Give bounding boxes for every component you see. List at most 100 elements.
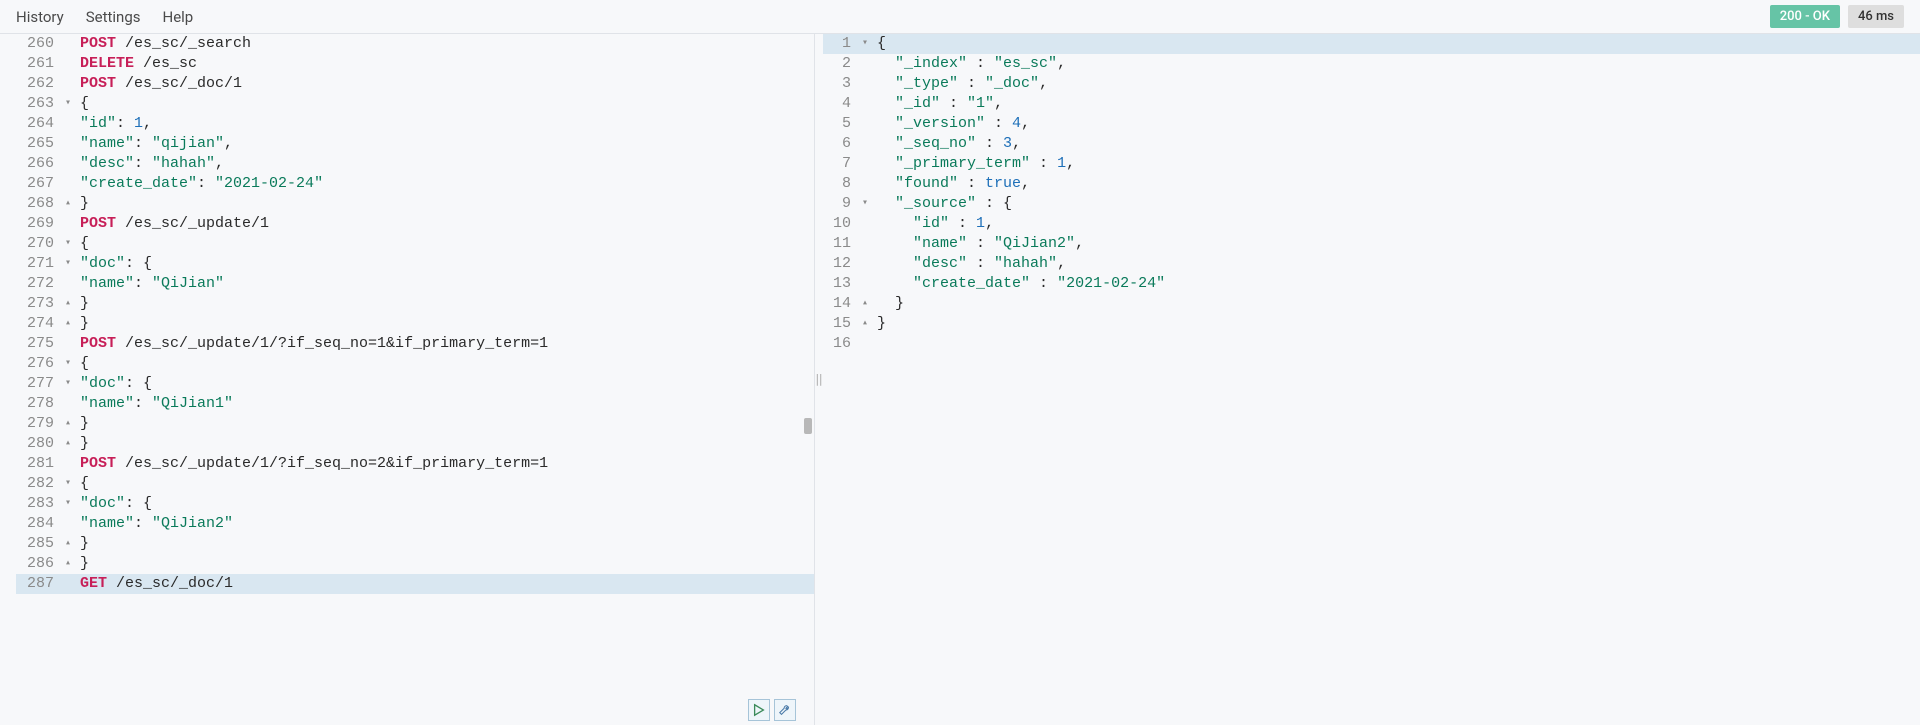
line-number: 4 (823, 94, 857, 114)
code-content: } (873, 294, 904, 314)
code-line[interactable]: 9▾ "_source" : { (823, 194, 1920, 214)
fold-toggle[interactable]: ▾ (857, 34, 873, 54)
fold-toggle (60, 214, 76, 234)
wrench-button[interactable] (774, 699, 796, 721)
code-line[interactable]: 283▾"doc": { (16, 494, 814, 514)
line-number: 2 (823, 54, 857, 74)
fold-toggle (60, 514, 76, 534)
line-number: 16 (823, 334, 857, 354)
code-line[interactable]: 260POST /es_sc/_search (16, 34, 814, 54)
line-number: 284 (16, 514, 60, 534)
code-line[interactable]: 280▴} (16, 434, 814, 454)
code-line[interactable]: 262POST /es_sc/_doc/1 (16, 74, 814, 94)
code-line[interactable]: 271▾"doc": { (16, 254, 814, 274)
code-line[interactable]: 268▴} (16, 194, 814, 214)
line-number: 1 (823, 34, 857, 54)
code-line[interactable]: 281POST /es_sc/_update/1/?if_seq_no=2&if… (16, 454, 814, 474)
scrollbar-thumb[interactable] (804, 418, 812, 434)
run-button[interactable] (748, 699, 770, 721)
code-line[interactable]: 287GET /es_sc/_doc/1 (16, 574, 814, 594)
fold-toggle[interactable]: ▴ (60, 554, 76, 574)
code-line[interactable]: 272"name": "QiJian" (16, 274, 814, 294)
code-line[interactable]: 261DELETE /es_sc (16, 54, 814, 74)
code-line[interactable]: 15▴} (823, 314, 1920, 334)
response-editor[interactable]: 1▾{2 "_index" : "es_sc",3 "_type" : "_do… (823, 34, 1920, 354)
split-divider[interactable]: || (815, 34, 823, 725)
code-line[interactable]: 269POST /es_sc/_update/1 (16, 214, 814, 234)
code-line[interactable]: 277▾"doc": { (16, 374, 814, 394)
request-actions (748, 699, 796, 721)
code-line[interactable]: 6 "_seq_no" : 3, (823, 134, 1920, 154)
code-line[interactable]: 7 "_primary_term" : 1, (823, 154, 1920, 174)
code-content: "id" : 1, (873, 214, 994, 234)
fold-toggle[interactable]: ▾ (60, 474, 76, 494)
fold-toggle[interactable]: ▾ (60, 254, 76, 274)
fold-toggle[interactable]: ▾ (857, 194, 873, 214)
code-line[interactable]: 273▴} (16, 294, 814, 314)
line-number: 277 (16, 374, 60, 394)
fold-toggle (60, 174, 76, 194)
code-line[interactable]: 4 "_id" : "1", (823, 94, 1920, 114)
line-number: 280 (16, 434, 60, 454)
code-content: } (873, 314, 886, 334)
fold-toggle (857, 74, 873, 94)
code-content: "doc": { (76, 494, 152, 514)
fold-toggle (857, 234, 873, 254)
fold-toggle[interactable]: ▴ (60, 294, 76, 314)
menu-settings[interactable]: Settings (86, 8, 141, 26)
code-line[interactable]: 275POST /es_sc/_update/1/?if_seq_no=1&if… (16, 334, 814, 354)
fold-toggle[interactable]: ▴ (60, 414, 76, 434)
code-line[interactable]: 16 (823, 334, 1920, 354)
code-line[interactable]: 14▴ } (823, 294, 1920, 314)
fold-toggle[interactable]: ▾ (60, 374, 76, 394)
fold-toggle[interactable]: ▾ (60, 354, 76, 374)
code-line[interactable]: 286▴} (16, 554, 814, 574)
fold-toggle[interactable]: ▾ (60, 94, 76, 114)
code-line[interactable]: 263▾{ (16, 94, 814, 114)
code-line[interactable]: 278"name": "QiJian1" (16, 394, 814, 414)
line-number: 261 (16, 54, 60, 74)
code-line[interactable]: 1▾{ (823, 34, 1920, 54)
code-line[interactable]: 3 "_type" : "_doc", (823, 74, 1920, 94)
fold-toggle[interactable]: ▴ (60, 534, 76, 554)
code-line[interactable]: 265"name": "qijian", (16, 134, 814, 154)
code-line[interactable]: 12 "desc" : "hahah", (823, 254, 1920, 274)
code-content: "create_date": "2021-02-24" (76, 174, 323, 194)
menu-history[interactable]: History (16, 8, 64, 26)
code-line[interactable]: 5 "_version" : 4, (823, 114, 1920, 134)
code-line[interactable]: 279▴} (16, 414, 814, 434)
code-line[interactable]: 282▾{ (16, 474, 814, 494)
fold-toggle[interactable]: ▴ (60, 194, 76, 214)
code-content: "_primary_term" : 1, (873, 154, 1075, 174)
code-line[interactable]: 276▾{ (16, 354, 814, 374)
menu-help[interactable]: Help (163, 8, 194, 26)
request-editor[interactable]: 260POST /es_sc/_search261DELETE /es_sc26… (0, 34, 814, 594)
code-line[interactable]: 2 "_index" : "es_sc", (823, 54, 1920, 74)
code-line[interactable]: 285▴} (16, 534, 814, 554)
code-line[interactable]: 274▴} (16, 314, 814, 334)
fold-toggle[interactable]: ▴ (857, 314, 873, 334)
response-pane[interactable]: 1▾{2 "_index" : "es_sc",3 "_type" : "_do… (823, 34, 1920, 725)
fold-toggle[interactable]: ▾ (60, 494, 76, 514)
fold-toggle[interactable]: ▴ (60, 314, 76, 334)
code-line[interactable]: 267"create_date": "2021-02-24" (16, 174, 814, 194)
line-number: 271 (16, 254, 60, 274)
fold-toggle[interactable]: ▴ (60, 434, 76, 454)
code-line[interactable]: 266"desc": "hahah", (16, 154, 814, 174)
code-content: } (76, 434, 89, 454)
line-number: 10 (823, 214, 857, 234)
fold-toggle[interactable]: ▾ (60, 234, 76, 254)
code-line[interactable]: 10 "id" : 1, (823, 214, 1920, 234)
code-line[interactable]: 13 "create_date" : "2021-02-24" (823, 274, 1920, 294)
line-number: 260 (16, 34, 60, 54)
code-line[interactable]: 284"name": "QiJian2" (16, 514, 814, 534)
play-icon (752, 703, 766, 717)
fold-toggle[interactable]: ▴ (857, 294, 873, 314)
code-content: } (76, 294, 89, 314)
request-pane[interactable]: 260POST /es_sc/_search261DELETE /es_sc26… (0, 34, 815, 725)
code-line[interactable]: 11 "name" : "QiJian2", (823, 234, 1920, 254)
code-line[interactable]: 8 "found" : true, (823, 174, 1920, 194)
line-number: 286 (16, 554, 60, 574)
code-line[interactable]: 264"id": 1, (16, 114, 814, 134)
code-line[interactable]: 270▾{ (16, 234, 814, 254)
